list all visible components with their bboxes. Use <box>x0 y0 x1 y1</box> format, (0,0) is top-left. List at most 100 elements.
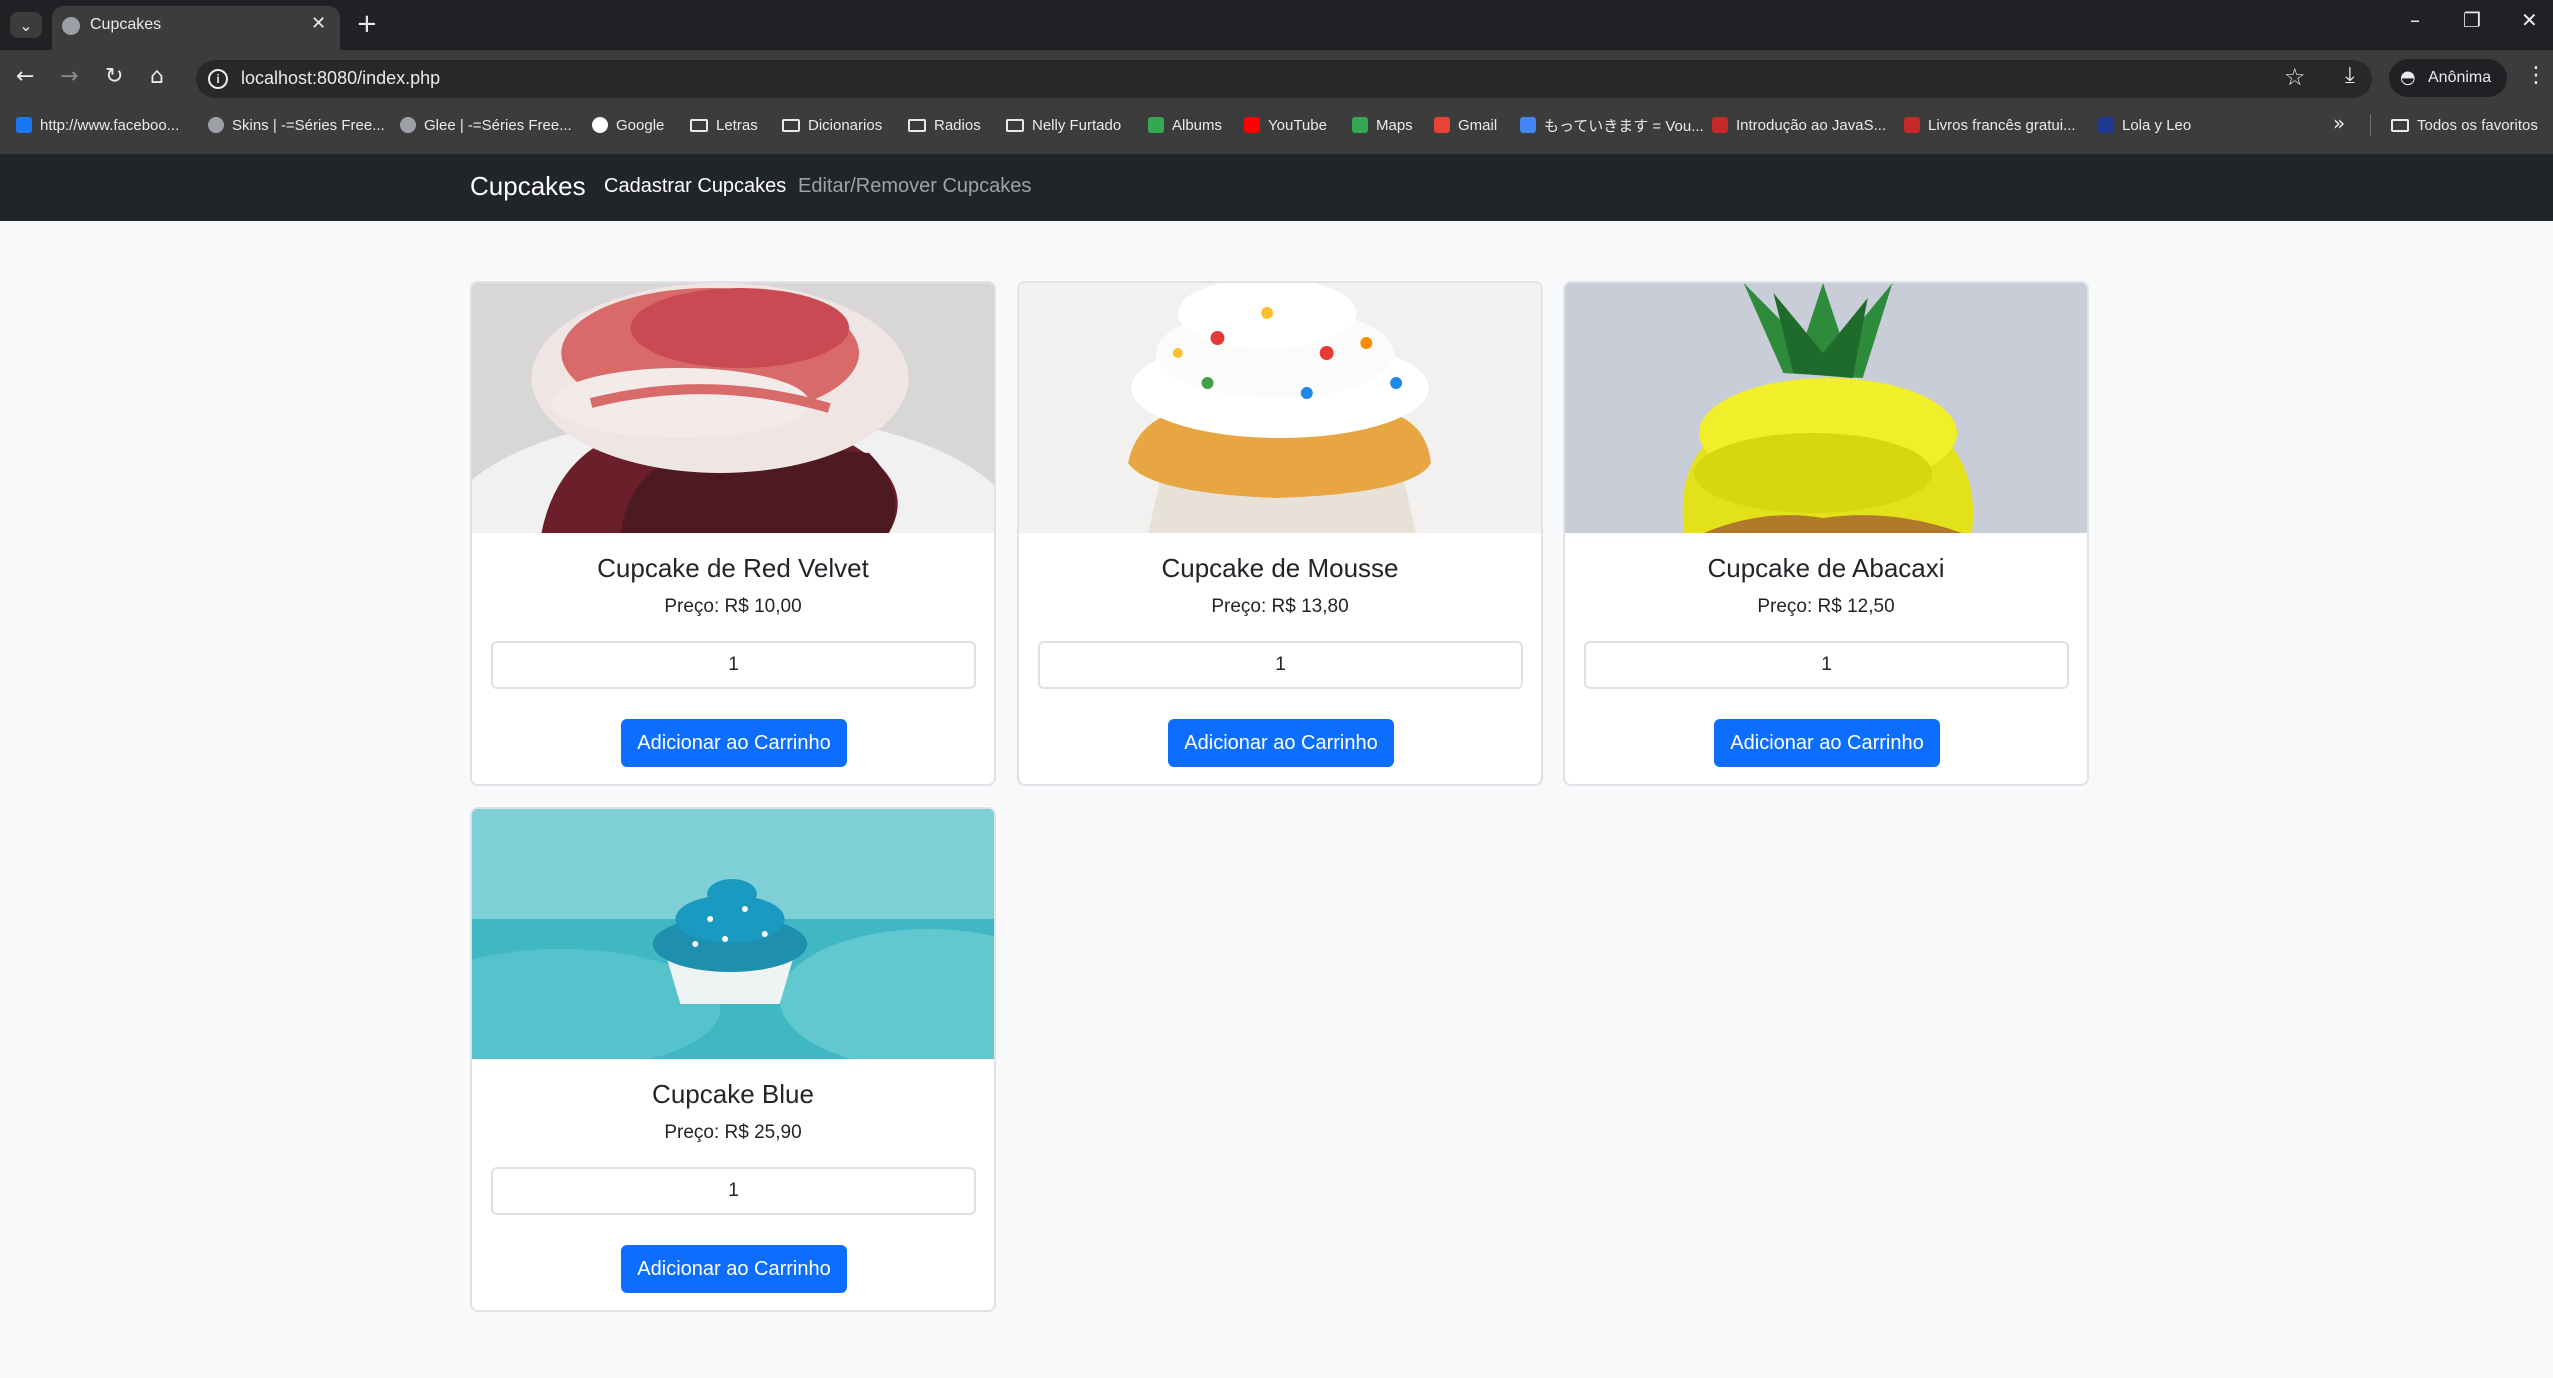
pineapple-cupcake-image <box>1565 283 2087 533</box>
minimize-icon[interactable]: – <box>2410 8 2420 32</box>
browser-tabstrip <box>0 0 2553 50</box>
gmail-icon <box>1434 117 1450 133</box>
url-text[interactable]: localhost:8080/index.php <box>241 68 440 89</box>
tab-title: Cupcakes <box>90 16 162 33</box>
bookmark-label: もっていきます = Vou... <box>1544 117 1704 135</box>
folder-icon <box>690 118 708 132</box>
product-price: Preço: R$ 10,00 <box>664 596 802 617</box>
bookmark-label: Introdução ao JavaS... <box>1736 116 1887 134</box>
address-bar[interactable] <box>196 60 2372 98</box>
site-info-icon[interactable]: i <box>208 69 228 89</box>
download-icon[interactable]: ⤓ <box>2345 63 2355 88</box>
bookmark-label: Albums <box>1172 116 1223 134</box>
bookmark-label: Skins | -=Séries Free... <box>232 116 385 134</box>
mousse-cupcake-image <box>1019 283 1541 533</box>
quantity-input[interactable] <box>1038 641 1523 689</box>
more-bookmarks-icon[interactable]: » <box>2333 111 2345 135</box>
quantity-input[interactable] <box>1584 641 2069 689</box>
product-price: Preço: R$ 12,50 <box>1757 596 1895 617</box>
globe-icon <box>400 117 416 133</box>
bookmark-item[interactable]: Radios <box>908 115 981 135</box>
folder-icon <box>2391 118 2409 132</box>
bookmark-item[interactable]: Introdução ao JavaS... <box>1712 115 1886 135</box>
restore-icon[interactable]: ❐ <box>2463 8 2481 32</box>
new-tab-icon[interactable]: + <box>356 9 378 39</box>
add-to-cart-button[interactable]: Adicionar ao Carrinho <box>621 1245 847 1293</box>
product-name: Cupcake de Red Velvet <box>597 553 869 583</box>
nav-link-editar[interactable]: Editar/Remover Cupcakes <box>798 175 1031 198</box>
site-navbar <box>0 154 2553 221</box>
bookmark-item[interactable]: Google <box>592 115 664 135</box>
quantity-input[interactable] <box>491 641 976 689</box>
bookmark-item[interactable]: Maps <box>1352 115 1413 135</box>
bookmark-label: Dicionarios <box>808 116 883 134</box>
product-card: Cupcake de Red Velvet Preço: R$ 10,00 Ad… <box>470 281 996 786</box>
bookmark-label: Letras <box>716 116 758 134</box>
bookmark-label: http://www.faceboo... <box>40 116 180 134</box>
product-name: Cupcake de Abacaxi <box>1707 553 1945 583</box>
back-icon[interactable]: ← <box>16 64 34 89</box>
site-icon <box>1712 117 1728 133</box>
quantity-input[interactable] <box>491 1167 976 1215</box>
incognito-icon: ◓ <box>2400 67 2416 88</box>
bookmark-label: Gmail <box>1458 116 1498 134</box>
bookmark-item[interactable]: Dicionarios <box>782 115 882 135</box>
bookmark-item[interactable]: Nelly Furtado <box>1006 115 1121 135</box>
product-card: Cupcake de Abacaxi Preço: R$ 12,50 Adici… <box>1563 281 2089 786</box>
close-tab-icon[interactable]: ✕ <box>311 13 326 34</box>
bookmark-item[interactable]: Letras <box>690 115 758 135</box>
bookmarks-divider <box>2370 114 2371 136</box>
bookmark-item[interactable]: Livros francês gratui... <box>1904 115 2076 135</box>
bookmark-label: Livros francês gratui... <box>1928 116 2076 134</box>
bookmark-item[interactable]: もっていきます = Vou... <box>1520 115 1704 135</box>
bookmark-label: Google <box>616 116 665 134</box>
add-to-cart-button[interactable]: Adicionar ao Carrinho <box>621 719 847 767</box>
red-velvet-cupcake-image <box>472 283 994 533</box>
bookmark-item[interactable]: YouTube <box>1244 115 1327 135</box>
bookmark-label: Lola y Leo <box>2122 116 2192 134</box>
folder-icon <box>782 118 800 132</box>
bookmark-label: Nelly Furtado <box>1032 116 1122 134</box>
bookmark-item[interactable]: Albums <box>1148 115 1222 135</box>
globe-icon <box>208 117 224 133</box>
folder-icon <box>1006 118 1024 132</box>
tab-search-icon[interactable]: ⌄ <box>10 12 42 38</box>
google-icon <box>592 117 608 133</box>
add-to-cart-button[interactable]: Adicionar ao Carrinho <box>1714 719 1940 767</box>
blue-cupcake-image <box>472 809 994 1059</box>
bookmark-label: Radios <box>934 116 981 134</box>
close-window-icon[interactable]: ✕ <box>2521 8 2538 32</box>
bookmark-label: Glee | -=Séries Free... <box>424 116 572 134</box>
bookmark-item[interactable]: Gmail <box>1434 115 1497 135</box>
bookmark-item[interactable]: Glee | -=Séries Free... <box>400 115 572 135</box>
youtube-icon <box>1244 117 1260 133</box>
add-to-cart-button[interactable]: Adicionar ao Carrinho <box>1168 719 1394 767</box>
all-bookmarks-folder[interactable]: Todos os favoritos <box>2391 115 2538 135</box>
drive-icon <box>1148 117 1164 133</box>
incognito-label: Anônima <box>2428 69 2492 86</box>
all-bookmarks-label: Todos os favoritos <box>2417 116 2538 134</box>
maps-icon <box>1352 117 1368 133</box>
home-icon[interactable]: ⌂ <box>150 64 164 89</box>
globe-icon <box>62 17 80 35</box>
forward-icon[interactable]: → <box>60 64 78 89</box>
product-card: Cupcake de Mousse Preço: R$ 13,80 Adicio… <box>1017 281 1543 786</box>
product-name: Cupcake Blue <box>652 1079 814 1109</box>
bookmark-item[interactable]: Skins | -=Séries Free... <box>208 115 385 135</box>
docs-icon <box>1520 117 1536 133</box>
facebook-icon <box>16 117 32 133</box>
folder-icon <box>908 118 926 132</box>
product-price: Preço: R$ 25,90 <box>664 1122 802 1143</box>
product-name: Cupcake de Mousse <box>1161 553 1399 583</box>
site-icon <box>1904 117 1920 133</box>
bookmark-item[interactable]: http://www.faceboo... <box>16 115 179 135</box>
navbar-brand[interactable]: Cupcakes <box>470 171 586 202</box>
bookmark-item[interactable]: Lola y Leo <box>2098 115 2191 135</box>
nav-link-cadastrar[interactable]: Cadastrar Cupcakes <box>604 175 786 198</box>
menu-icon[interactable]: ⋮ <box>2525 63 2547 88</box>
product-card: Cupcake Blue Preço: R$ 25,90 Adicionar a… <box>470 807 996 1312</box>
bookmark-star-icon[interactable]: ☆ <box>2284 63 2306 91</box>
reload-icon[interactable]: ↻ <box>105 64 123 89</box>
product-price: Preço: R$ 13,80 <box>1211 596 1349 617</box>
bookmark-label: YouTube <box>1268 116 1327 134</box>
